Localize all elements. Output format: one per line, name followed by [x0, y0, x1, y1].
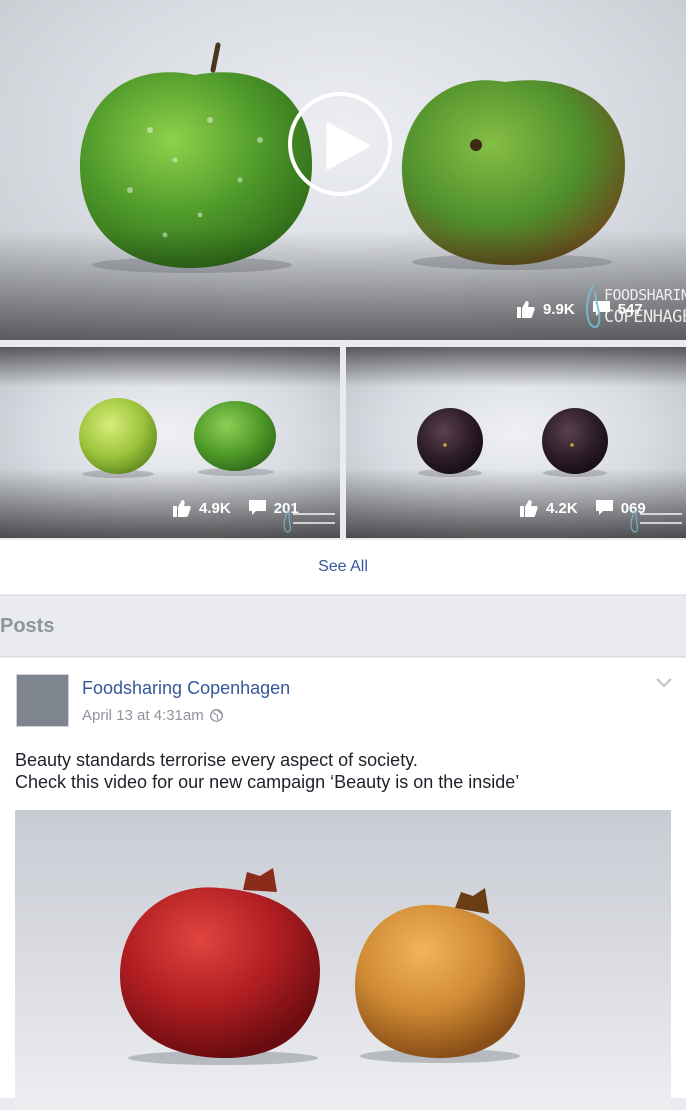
like-count: 9.9K [543, 300, 575, 318]
featured-video[interactable]: 9.9K 547 FOODSHARING COPENHAGEN [0, 0, 686, 340]
see-all-link[interactable]: See All [0, 540, 686, 594]
post-timestamp[interactable]: April 13 at 4:31am [82, 707, 223, 724]
like-icon [173, 500, 191, 517]
post-text: Beauty standards terrorise every aspect … [15, 749, 675, 793]
like-count: 4.9K [199, 499, 231, 517]
play-icon [326, 122, 370, 170]
posts-header-label: Posts [0, 615, 55, 637]
post-text-line2: Check this video for our new campaign ‘B… [15, 772, 520, 792]
post-author-link[interactable]: Foodsharing Copenhagen [82, 678, 290, 699]
like-icon [520, 500, 538, 517]
posts-section-header: Posts [0, 595, 686, 657]
like-count: 4.2K [546, 499, 578, 517]
pomegranates-image [120, 868, 525, 1065]
post-text-line1: Beauty standards terrorise every aspect … [15, 750, 418, 770]
play-button[interactable] [288, 92, 392, 196]
avatar[interactable] [16, 674, 69, 727]
watermark-logo-icon [283, 508, 335, 533]
post-date: April 13 at 4:31am [82, 707, 204, 724]
watermark-logo-icon [630, 508, 682, 533]
globe-icon [209, 709, 223, 722]
video-thumbnail-figs[interactable]: 4.2K 069 [346, 347, 686, 538]
video-thumbnail-limes[interactable]: 4.9K 201 [0, 347, 340, 538]
watermark-line1: FOODSHARING [604, 286, 686, 304]
comment-icon [248, 500, 266, 515]
post-card: Foodsharing Copenhagen April 13 at 4:31a… [0, 658, 686, 1110]
watermark-line2: COPENHAGEN [604, 307, 686, 327]
chevron-down-icon[interactable] [656, 678, 672, 688]
post-video-image[interactable] [15, 810, 671, 1110]
pear-logo-icon [585, 284, 601, 329]
comment-icon [595, 500, 613, 515]
like-icon [517, 301, 535, 318]
